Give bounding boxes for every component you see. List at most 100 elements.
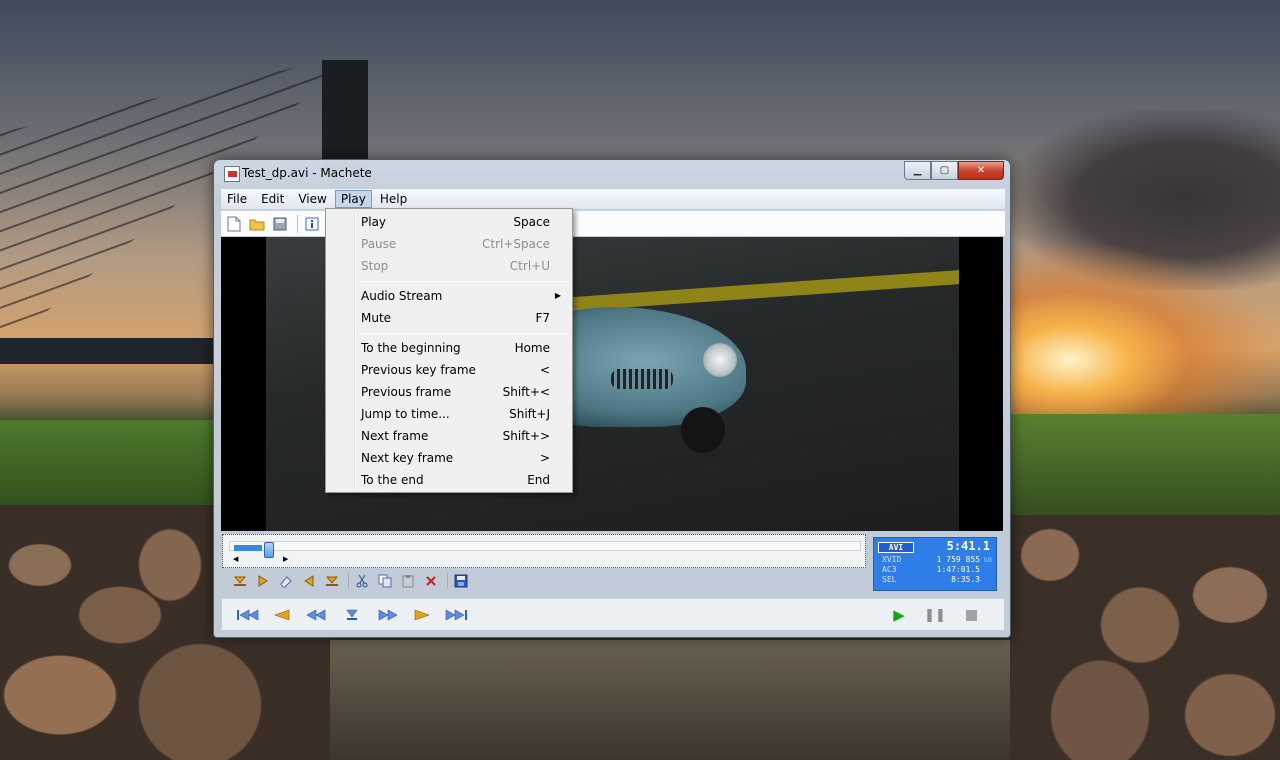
menu-item-previous-frame[interactable]: Previous frame Shift+< (328, 381, 570, 403)
menu-item-label: To the end (361, 473, 424, 487)
menu-item-label: Play (361, 215, 387, 229)
selection-end-marker[interactable]: ▶ (283, 555, 288, 563)
menu-item-shortcut: > (539, 451, 550, 465)
app-icon[interactable] (224, 166, 240, 182)
menu-item-shortcut: Space (513, 215, 550, 229)
video-codec: XVID (882, 555, 902, 564)
menu-item-to-the-end[interactable]: To the end End (328, 469, 570, 491)
pause-button[interactable]: ❚❚ (924, 605, 946, 625)
menu-item-label: Next frame (361, 429, 429, 443)
previous-key-frame-icon[interactable] (268, 605, 296, 625)
minimize-button[interactable]: ▁ (904, 161, 931, 180)
menu-separator (358, 333, 570, 334)
wallpaper-bridge-tower (322, 60, 368, 170)
info-icon[interactable] (302, 214, 322, 234)
maximize-button[interactable]: ▢ (931, 161, 958, 180)
menu-item-next-key-frame[interactable]: Next key frame > (328, 447, 570, 469)
seek-thumb[interactable] (264, 542, 274, 558)
audio-time: 1:47:01.5 (936, 565, 980, 574)
navigation-toolbar: ▶ ❚❚ (222, 598, 1004, 630)
menu-item-jump-to-time[interactable]: Jump to time... Shift+J (328, 403, 570, 425)
pause-icon: ❚❚ (924, 607, 946, 623)
stream-info-panel: AVI 5:41.1 XVID 1 759 855 kB AC3 1:47:01… (873, 537, 997, 591)
stop-icon (965, 609, 977, 621)
menu-item-label: To the beginning (361, 341, 461, 355)
menu-help[interactable]: Help (374, 190, 413, 208)
close-button[interactable]: ✕ (958, 161, 1004, 180)
play-icon: ▶ (893, 606, 905, 624)
menu-item-previous-key-frame[interactable]: Previous key frame < (328, 359, 570, 381)
cut-icon[interactable] (352, 571, 372, 591)
menu-item-label: Pause (361, 237, 397, 251)
menu-file[interactable]: File (221, 190, 253, 208)
go-mark-in-icon[interactable] (253, 571, 273, 591)
new-file-icon[interactable] (224, 214, 244, 234)
save-icon[interactable] (270, 214, 290, 234)
menu-item-shortcut: Shift+< (502, 385, 550, 399)
menu-item-play[interactable]: Play Space (328, 211, 570, 233)
audio-info-row: AC3 1:47:01.5 (874, 565, 994, 575)
menu-view[interactable]: View (292, 190, 332, 208)
next-frame-icon[interactable] (374, 605, 402, 625)
paste-icon[interactable] (398, 571, 418, 591)
selection-value: 8:35.3 (951, 575, 980, 584)
video-car-headlight (703, 343, 737, 377)
submenu-arrow-icon: ▶ (554, 291, 561, 300)
menu-bar: File Edit View Play Help (221, 189, 1005, 209)
eraser-icon[interactable] (276, 571, 296, 591)
menu-play[interactable]: Play (334, 190, 372, 208)
jump-icon[interactable] (338, 605, 366, 625)
seek-bar[interactable] (229, 541, 861, 558)
menu-item-mute[interactable]: Mute F7 (328, 307, 570, 329)
selection-start-marker[interactable]: ◀ (233, 555, 238, 563)
menu-item-label: Jump to time... (361, 407, 450, 421)
selection-label: SEL (882, 575, 897, 584)
wallpaper-grass (1010, 414, 1280, 524)
menu-item-shortcut: Shift+J (509, 407, 550, 421)
edit-toolbar-separator (348, 573, 349, 589)
menu-item-label: Mute (361, 311, 392, 325)
video-size: 1 759 855 (936, 555, 980, 564)
menu-item-shortcut: Ctrl+U (509, 259, 550, 273)
menu-edit[interactable]: Edit (255, 190, 290, 208)
seek-panel: ◀ ▶ (222, 534, 866, 568)
menu-item-shortcut: F7 (535, 311, 550, 325)
menu-item-pause: Pause Ctrl+Space (328, 233, 570, 255)
menu-item-shortcut: End (527, 473, 550, 487)
menu-item-next-frame[interactable]: Next frame Shift+> (328, 425, 570, 447)
menu-item-shortcut: Shift+> (502, 429, 550, 443)
to-beginning-icon[interactable] (234, 605, 262, 625)
menu-item-label: Audio Stream (361, 289, 443, 303)
duration-display: 5:41.1 (946, 539, 990, 553)
mark-out-icon[interactable] (322, 571, 342, 591)
play-menu-dropdown: Play Space Pause Ctrl+Space Stop Ctrl+U … (325, 208, 573, 493)
menu-item-label: Stop (361, 259, 389, 273)
video-size-unit: kB (983, 556, 992, 564)
to-end-icon[interactable] (442, 605, 470, 625)
go-mark-out-icon[interactable] (299, 571, 319, 591)
video-car-wheel (681, 407, 725, 453)
caption-buttons: ▁ ▢ ✕ (904, 161, 1004, 180)
save-icon[interactable] (451, 571, 471, 591)
menu-item-label: Previous key frame (361, 363, 476, 377)
mark-in-icon[interactable] (230, 571, 250, 591)
menu-item-audio-stream[interactable]: Audio Stream ▶ (328, 285, 570, 307)
play-button[interactable]: ▶ (888, 605, 910, 625)
title-bar[interactable]: Test_dp.avi - Machete ▁ ▢ ✕ (214, 160, 1010, 188)
previous-frame-icon[interactable] (302, 605, 330, 625)
window-title: Test_dp.avi - Machete (242, 166, 372, 180)
next-key-frame-icon[interactable] (408, 605, 436, 625)
menu-item-label: Previous frame (361, 385, 452, 399)
menu-item-shortcut: < (539, 363, 550, 377)
video-car-grille (611, 369, 673, 389)
menu-item-shortcut: Ctrl+Space (482, 237, 550, 251)
open-folder-icon[interactable] (247, 214, 267, 234)
stop-button[interactable] (960, 605, 982, 625)
edit-toolbar (230, 571, 474, 591)
copy-icon[interactable] (375, 571, 395, 591)
menu-item-to-the-beginning[interactable]: To the beginning Home (328, 337, 570, 359)
audio-codec: AC3 (882, 565, 897, 574)
wallpaper-rocks (1010, 515, 1280, 760)
delete-icon[interactable] (421, 571, 441, 591)
wallpaper-bridge-deck (0, 338, 214, 364)
